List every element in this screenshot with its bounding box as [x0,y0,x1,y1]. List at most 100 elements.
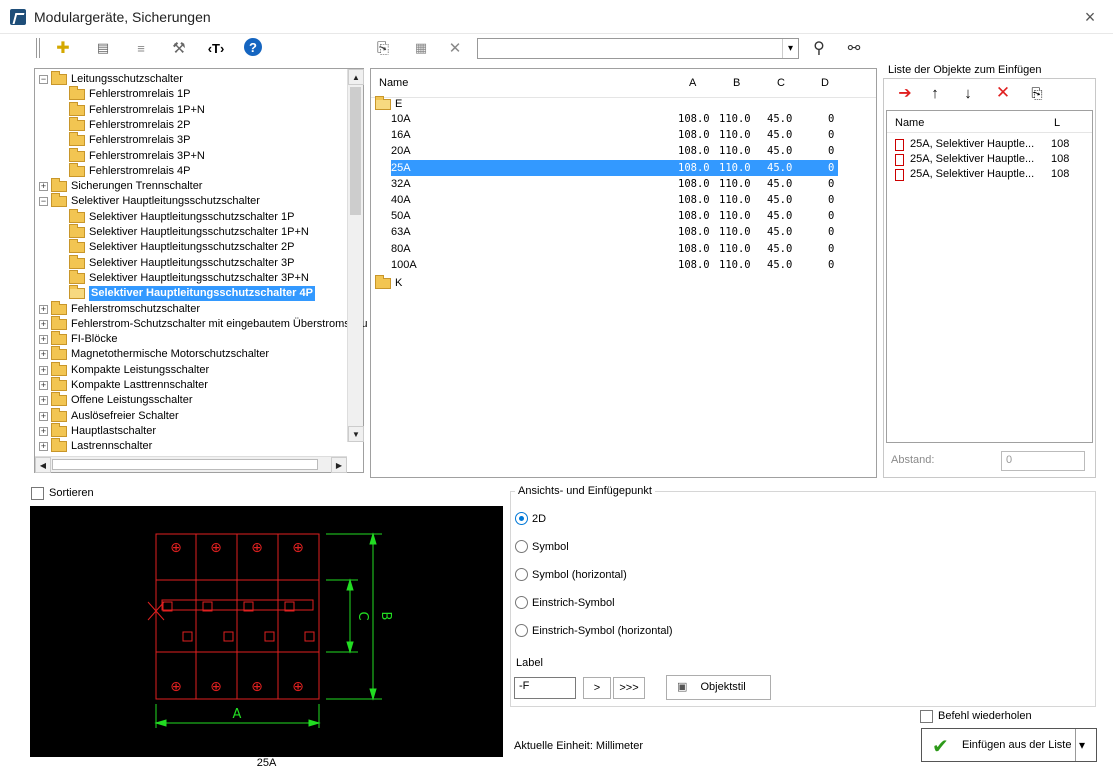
close-button[interactable]: × [1078,6,1102,28]
tree-item[interactable]: Selektiver Hauptleitungsschutzschalter 4… [69,285,315,302]
col-name[interactable]: Name [379,77,408,89]
scroll-left-icon[interactable]: ◀ [35,457,51,473]
article-list[interactable]: Name A B C D E 10A 108.0 110.0 45.0 0 16A 108.… [370,68,877,478]
insert-list-box[interactable]: Name L 25A, Selektiver Hauptle... 108 25A,… [886,110,1093,443]
insert-arrow-icon[interactable]: ➔ [894,82,916,104]
repeat-command-checkbox[interactable] [920,710,933,723]
expand-icon[interactable]: + [39,411,48,421]
insert-dropdown-icon[interactable]: ▾ [1079,738,1085,752]
table-row[interactable]: 32A 108.0 110.0 45.0 0 [391,176,838,192]
category-tree[interactable]: − Leitungsschutzschalter Fehlerstromrelais… [34,68,368,473]
tree-item[interactable]: Fehlerstromrelais 4P [69,162,190,179]
ins-col-name[interactable]: Name [895,117,924,129]
object-style-button[interactable]: ▣ Objektstil [666,675,771,700]
table-row[interactable]: 25A 108.0 110.0 45.0 0 [391,159,838,176]
tools-icon[interactable]: ⚒ [168,37,190,59]
col-c[interactable]: C [777,77,785,89]
tree-scrollbar-vertical[interactable]: ▲ ▼ [347,69,364,442]
tree-item[interactable]: Selektiver Hauptleitungsschutzschalter 1… [69,224,309,240]
radio-indicator[interactable] [515,624,528,637]
list-view-icon[interactable]: ▤ [92,37,114,59]
tree-item[interactable]: + FI-Blöcke [39,331,117,347]
tree-item[interactable]: Fehlerstromrelais 3P [69,132,190,148]
scroll-right-icon[interactable]: ▶ [331,457,347,473]
radio-indicator[interactable] [515,568,528,581]
collapse-icon[interactable]: − [39,197,48,207]
list-item[interactable]: 25A, Selektiver Hauptle... 108 [895,167,1085,182]
toolbar-grip[interactable] [36,38,40,58]
search-icon[interactable]: ⚲ [808,37,830,59]
tree-item[interactable]: Fehlerstromrelais 1P [69,86,190,102]
radio-indicator[interactable] [515,512,528,525]
tree-item[interactable]: + Hauptlastschalter [39,422,156,439]
expand-icon[interactable]: + [39,426,48,436]
tree-item[interactable]: − Leitungsschutzschalter [39,71,183,87]
radio-indicator[interactable] [515,596,528,609]
scroll-up-icon[interactable]: ▲ [348,69,364,85]
search-combobox[interactable]: ▾ [477,38,799,59]
move-up-icon[interactable]: ↑ [924,82,946,104]
tree-item[interactable]: Fehlerstromrelais 3P+N [69,147,205,164]
expand-icon[interactable]: + [39,319,48,329]
table-row[interactable]: 100A 108.0 110.0 45.0 0 [391,257,838,273]
group-e[interactable]: E [375,95,402,112]
view-option-radio[interactable]: Einstrich-Symbol [515,596,615,609]
tree-item[interactable]: Fehlerstromrelais 1P+N [69,101,205,118]
tree-item[interactable]: + Lastrennschalter [39,438,152,454]
col-a[interactable]: A [689,77,696,89]
table-row[interactable]: 20A 108.0 110.0 45.0 0 [391,143,838,159]
expand-icon[interactable]: + [39,396,48,406]
all-labels-button[interactable]: >>> [613,677,645,699]
tree-item[interactable]: + Fehlerstrom-Schutzschalter mit eingebau… [39,315,368,332]
group-k[interactable]: K [375,274,402,291]
tree-item[interactable]: + Kompakte Lasttrennschalter [39,377,208,393]
insert-from-list-button[interactable]: ✔ Einfügen aus der Liste ▾ [921,728,1097,762]
sort-checkbox[interactable] [31,487,44,500]
tree-scrollbar-horizontal[interactable]: ◀ ▶ [35,456,347,473]
expand-icon[interactable]: + [39,304,48,314]
copy-icon[interactable]: ⎘ [372,37,394,59]
copy-list-icon[interactable]: ⎘ [1026,82,1048,104]
delete-icon[interactable]: ✕ [444,37,466,59]
tree-item[interactable]: Selektiver Hauptleitungsschutzschalter 3… [69,254,294,271]
remove-icon[interactable]: ✕ [992,82,1014,104]
tree-item[interactable]: + Kompakte Leistungsschalter [39,361,209,378]
expand-icon[interactable]: + [39,335,48,345]
view-option-radio[interactable]: Symbol (horizontal) [515,568,627,581]
expand-icon[interactable]: + [39,350,48,360]
tree-item[interactable]: Selektiver Hauptleitungsschutzschalter 1… [69,208,294,225]
tree-scroll-thumb[interactable] [350,87,361,215]
spacing-input[interactable]: 0 [1001,451,1085,471]
expand-icon[interactable]: + [39,381,48,390]
tree-item[interactable]: + Fehlerstromschutzschalter [39,300,200,317]
radio-indicator[interactable] [515,540,528,553]
table-row[interactable]: 10A 108.0 110.0 45.0 0 [391,111,838,127]
table-row[interactable]: 63A 108.0 110.0 45.0 0 [391,224,838,240]
text-tag-icon[interactable]: ‹T› [205,37,227,59]
ins-col-l[interactable]: L [1054,117,1060,129]
tree-item[interactable]: + Magnetothermische Motorschutzschalter [39,346,269,362]
expand-icon[interactable]: + [39,442,48,452]
combobox-dropdown-icon[interactable]: ▾ [782,39,798,58]
tree-item[interactable]: + Sicherungen Trennschalter [39,178,202,194]
list-item[interactable]: 25A, Selektiver Hauptle... 108 [895,137,1085,152]
expand-icon[interactable]: + [39,365,48,375]
grid-icon[interactable]: ▦ [410,37,432,59]
table-row[interactable]: 50A 108.0 110.0 45.0 0 [391,208,838,224]
help-icon[interactable]: ? [244,38,262,56]
table-row[interactable]: 80A 108.0 110.0 45.0 0 [391,241,838,257]
details-icon[interactable]: ≡ [130,37,152,59]
view-option-radio[interactable]: Einstrich-Symbol (horizontal) [515,624,673,637]
tree-item[interactable]: Selektiver Hauptleitungsschutzschalter 3… [69,269,309,286]
col-b[interactable]: B [733,77,740,89]
table-row[interactable]: 40A 108.0 110.0 45.0 0 [391,192,838,208]
next-label-button[interactable]: > [583,677,611,699]
view-option-radio[interactable]: 2D [515,512,546,525]
collapse-icon[interactable]: − [39,75,48,84]
tree-item[interactable]: Selektiver Hauptleitungsschutzschalter 2… [69,239,294,255]
list-item[interactable]: 25A, Selektiver Hauptle... 108 [895,152,1085,167]
table-row[interactable]: 16A 108.0 110.0 45.0 0 [391,127,838,143]
tree-item[interactable]: Fehlerstromrelais 2P [69,116,190,133]
view-option-radio[interactable]: Symbol [515,540,569,553]
scroll-down-icon[interactable]: ▼ [348,426,364,442]
